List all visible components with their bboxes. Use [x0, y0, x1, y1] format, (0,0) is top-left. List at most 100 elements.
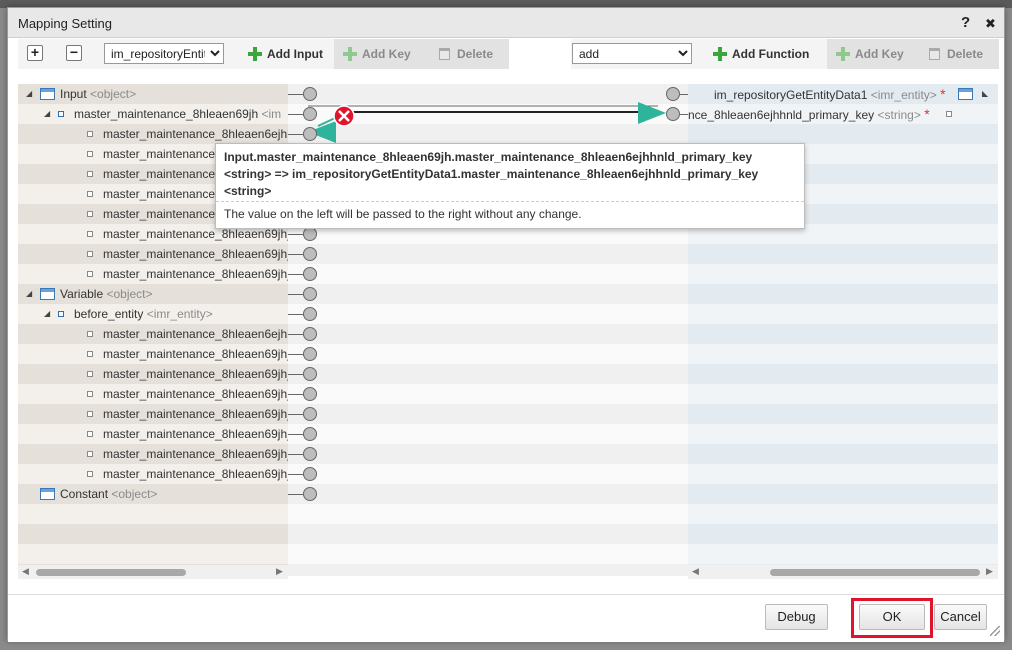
source-port[interactable]	[303, 307, 317, 321]
target-tree-row[interactable]: nce_8hleaen6ejhhnld_primary_key <string>…	[688, 104, 998, 124]
node-icon	[58, 311, 64, 317]
node-name: master_maintenance_8hleaen69jh_	[103, 447, 288, 461]
scroll-thumb[interactable]	[770, 569, 980, 576]
scroll-thumb[interactable]	[36, 569, 186, 576]
source-port[interactable]	[303, 227, 317, 241]
source-port[interactable]	[303, 247, 317, 261]
cancel-button[interactable]: Cancel	[934, 604, 987, 630]
tree-node-label: master_maintenance_8hleaen69jh_	[103, 464, 288, 484]
source-port[interactable]	[303, 447, 317, 461]
field-icon	[87, 411, 93, 417]
tree-row[interactable]: ◢ master_maintenance_8hleaen69jh <im	[18, 104, 288, 124]
port-connector	[288, 134, 304, 135]
dialog-title: Mapping Setting	[18, 16, 112, 31]
expander-icon[interactable]: ◢	[44, 104, 50, 124]
source-port[interactable]	[303, 487, 317, 501]
collapse-all-button[interactable]: −	[66, 45, 82, 61]
expander-icon[interactable]: ◣	[982, 84, 988, 104]
node-name: master_maintenance	[103, 207, 216, 221]
tree-node-label: master_maintenance_8hleaen69jh_	[103, 264, 288, 284]
source-port[interactable]	[303, 87, 317, 101]
source-port[interactable]	[303, 127, 317, 141]
source-port[interactable]	[303, 407, 317, 421]
tooltip-divider	[216, 201, 804, 202]
port-connector	[288, 414, 304, 415]
empty-row	[688, 244, 998, 264]
add-key-button[interactable]: Add Key	[334, 39, 429, 69]
tree-row[interactable]: master_maintenance_8hleaen6ejhh	[18, 124, 288, 144]
delete-mapping-icon[interactable]	[333, 105, 355, 127]
source-port[interactable]	[303, 327, 317, 341]
tree-node-label: master_maintenance	[103, 164, 215, 184]
field-icon	[87, 471, 93, 477]
expander-icon[interactable]: ◢	[26, 284, 32, 304]
expander-icon[interactable]: ◢	[26, 84, 32, 104]
source-port[interactable]	[303, 367, 317, 381]
close-icon[interactable]: ✖	[985, 16, 996, 32]
node-name: Input	[60, 87, 87, 101]
port-connector	[288, 94, 304, 95]
tree-row[interactable]: master_maintenance_8hleaen69jh_	[18, 444, 288, 464]
port-connector	[680, 114, 688, 115]
node-name: nce_8hleaen6ejhhnld_primary_key	[688, 108, 875, 122]
add-function-button[interactable]: Add Function	[704, 39, 820, 69]
node-type: <imr_entity>	[146, 307, 213, 321]
scroll-right-icon[interactable]: ▶	[276, 566, 283, 577]
left-horizontal-scrollbar[interactable]: ◀ ▶	[18, 565, 288, 579]
scroll-left-icon[interactable]: ◀	[22, 566, 29, 577]
tree-row[interactable]: master_maintenance_8hleaen69jh_	[18, 364, 288, 384]
add-input-button[interactable]: Add Input	[239, 39, 333, 69]
source-port[interactable]	[303, 467, 317, 481]
tree-row[interactable]: master_maintenance_8hleaen69jh_	[18, 244, 288, 264]
field-icon	[87, 231, 93, 237]
source-port[interactable]	[303, 287, 317, 301]
tree-row[interactable]: master_maintenance_8hleaen69jh_	[18, 264, 288, 284]
right-horizontal-scrollbar[interactable]: ◀ ▶	[688, 565, 998, 579]
tree-row[interactable]: ◢ Variable <object>	[18, 284, 288, 304]
tree-row[interactable]: master_maintenance_8hleaen69jh_	[18, 344, 288, 364]
input-source-select[interactable]: im_repositoryEntit	[104, 43, 224, 64]
empty-row	[688, 124, 998, 144]
target-port[interactable]	[666, 87, 680, 101]
add-key-button-right[interactable]: Add Key	[827, 39, 919, 69]
port-connector	[288, 274, 304, 275]
field-icon	[87, 211, 93, 217]
tree-row[interactable]: Constant <object>	[18, 484, 288, 504]
debug-button[interactable]: Debug	[765, 604, 828, 630]
delete-button[interactable]: Delete	[429, 39, 509, 69]
target-port[interactable]	[666, 107, 680, 121]
help-icon[interactable]: ?	[961, 14, 970, 31]
object-icon	[958, 88, 973, 100]
function-select[interactable]: add	[572, 43, 692, 64]
tree-node-label: master_maintenance_8hleaen69jh_	[103, 404, 288, 424]
tree-row[interactable]: master_maintenance_8hleaen69jh_	[18, 464, 288, 484]
tree-node-label: master_maintenance_8hleaen6ejhh	[103, 324, 288, 344]
empty-row	[688, 364, 998, 384]
field-icon	[87, 251, 93, 257]
source-port[interactable]	[303, 107, 317, 121]
source-port[interactable]	[303, 427, 317, 441]
source-port[interactable]	[303, 347, 317, 361]
tree-row[interactable]: master_maintenance_8hleaen69jh_	[18, 424, 288, 444]
port-connector	[288, 334, 304, 335]
tree-row[interactable]: master_maintenance_8hleaen6ejhh	[18, 324, 288, 344]
expand-all-button[interactable]: +	[27, 45, 43, 61]
expander-icon[interactable]: ◢	[44, 304, 50, 324]
target-tree-row[interactable]: im_repositoryGetEntityData1 <imr_entity>…	[688, 84, 998, 104]
tree-row[interactable]: master_maintenance_8hleaen69jh_	[18, 404, 288, 424]
empty-row	[18, 544, 288, 564]
port-connector	[288, 314, 304, 315]
scroll-left-icon[interactable]: ◀	[692, 566, 699, 577]
tree-row[interactable]: ◢ before_entity <imr_entity>	[18, 304, 288, 324]
node-name: master_maintenance_8hleaen69jh	[74, 107, 259, 121]
source-port[interactable]	[303, 267, 317, 281]
empty-row	[18, 524, 288, 544]
delete-button-right[interactable]: Delete	[919, 39, 999, 69]
tree-node-label: master_maintenance	[103, 204, 215, 224]
mapping-tooltip: Input.master_maintenance_8hleaen69jh.mas…	[215, 143, 805, 229]
scroll-right-icon[interactable]: ▶	[986, 566, 993, 577]
resize-grip-icon[interactable]	[990, 626, 1000, 636]
source-port[interactable]	[303, 387, 317, 401]
tree-row[interactable]: ◢ Input <object>	[18, 84, 288, 104]
tree-row[interactable]: master_maintenance_8hleaen69jh_	[18, 384, 288, 404]
